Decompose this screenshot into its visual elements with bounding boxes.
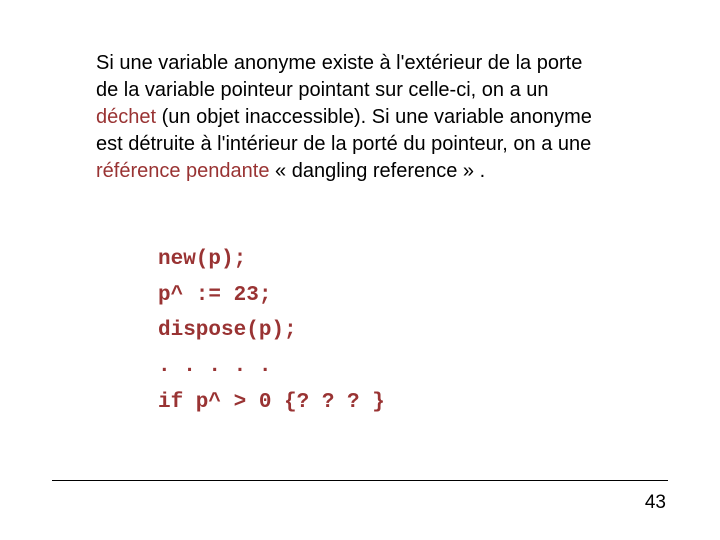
- text-run: (un objet inaccessible). Si une variable…: [96, 106, 592, 155]
- code-line: . . . . .: [158, 355, 271, 378]
- page-number: 43: [645, 492, 666, 514]
- term-reference-pendante: référence pendante: [96, 160, 269, 182]
- code-line: p^ := 23;: [158, 284, 271, 307]
- body-paragraph: Si une variable anonyme existe à l'extér…: [96, 50, 606, 185]
- code-line: new(p);: [158, 248, 246, 271]
- code-block: new(p); p^ := 23; dispose(p); . . . . . …: [158, 242, 385, 420]
- text-run: Si une variable anonyme existe à l'extér…: [96, 52, 582, 101]
- text-run: « dangling reference » .: [269, 160, 485, 182]
- code-line: dispose(p);: [158, 319, 297, 342]
- slide: Si une variable anonyme existe à l'extér…: [0, 0, 720, 540]
- divider: [52, 480, 668, 481]
- term-dechet: déchet: [96, 106, 156, 128]
- code-line: if p^ > 0 {? ? ? }: [158, 391, 385, 414]
